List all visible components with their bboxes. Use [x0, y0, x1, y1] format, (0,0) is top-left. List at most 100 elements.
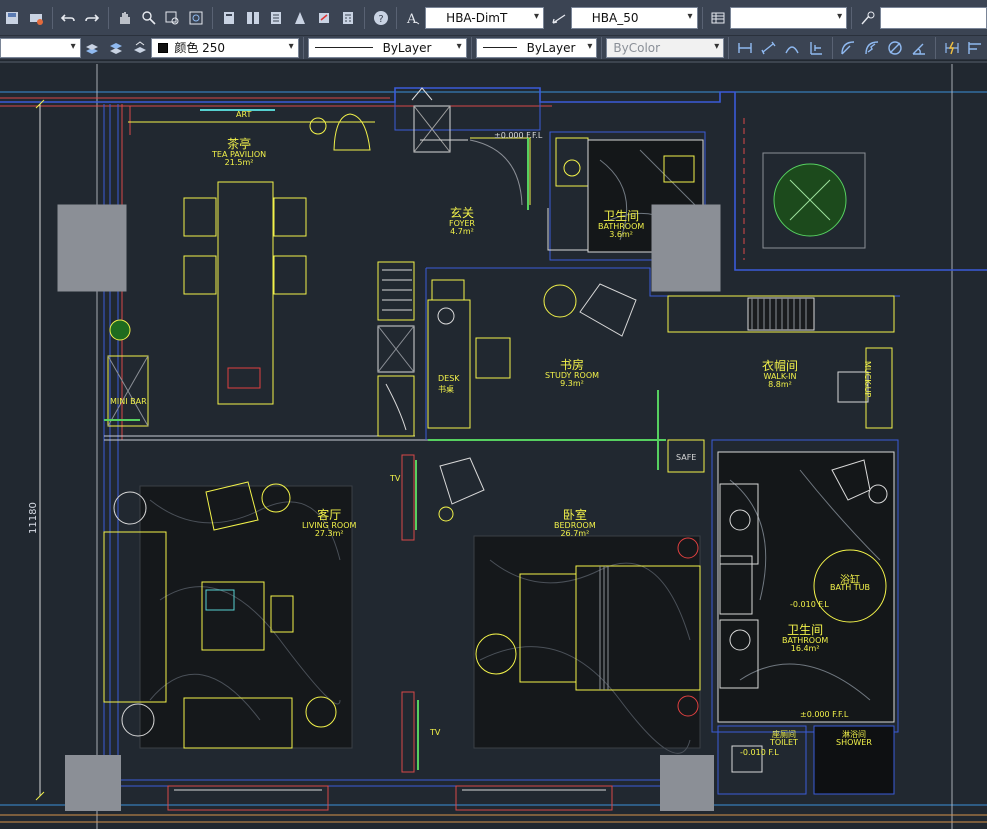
pan-hand-icon[interactable] — [114, 7, 136, 29]
extra-select[interactable] — [879, 6, 987, 29]
lineweight-sample — [482, 47, 517, 48]
room-name-en: SHOWER — [836, 738, 872, 748]
baseline-dimension-icon[interactable] — [964, 37, 986, 59]
room-label-living: 客厅 LIVING ROOM 27.3m² — [302, 509, 356, 538]
arc-length-icon[interactable] — [781, 37, 803, 59]
quick-dimension-icon[interactable] — [941, 37, 963, 59]
dimstyle-select[interactable]: HBA-DimT ▾ — [425, 6, 545, 29]
jogged-dimension-icon[interactable] — [861, 37, 883, 59]
dimension-text: 11180 — [28, 502, 39, 534]
layer-properties-icon[interactable] — [82, 37, 104, 59]
dimstyle-value: HBA-DimT — [446, 10, 508, 25]
ordinate-dimension-icon[interactable] — [805, 37, 827, 59]
zoom-previous-icon[interactable] — [185, 7, 207, 29]
undo-icon[interactable] — [58, 7, 80, 29]
room-name-cn: 客厅 — [317, 508, 342, 522]
room-name-cn: 茶亭 — [227, 137, 252, 151]
properties-toolbar: ▾ 颜色 250 ▾ ByLayer ▾ ByLayer ▾ ByColor ▾ — [0, 36, 987, 60]
toolbar-separator — [212, 6, 214, 29]
lineweight-value: ByLayer — [526, 40, 576, 55]
toolbar-separator — [728, 36, 730, 59]
linetype-select[interactable]: ByLayer ▾ — [307, 37, 467, 58]
lineweight-select[interactable]: ByLayer ▾ — [475, 37, 598, 58]
chevron-down-icon: ▾ — [714, 40, 720, 52]
room-label-walk-in: 衣帽间 WALK-IN 8.8m² — [762, 360, 798, 389]
multileader-icon[interactable] — [857, 7, 879, 29]
sheet-set-icon[interactable] — [289, 7, 311, 29]
tv-label-bottom: TV — [430, 728, 441, 737]
zoom-window-icon[interactable] — [162, 7, 184, 29]
mini-bar-label: MINI BAR — [110, 397, 147, 406]
help-icon[interactable]: ? — [370, 7, 392, 29]
room-name-en: TOILET — [770, 738, 798, 748]
plotstyle-select[interactable]: ByColor ▾ — [606, 37, 725, 58]
linetype-value: ByLayer — [382, 40, 432, 55]
design-center-icon[interactable] — [242, 7, 264, 29]
chevron-down-icon: ▾ — [837, 10, 843, 22]
room-area: 4.7m² — [450, 226, 474, 236]
table-style-icon[interactable] — [708, 7, 730, 29]
save-as-icon[interactable] — [1, 7, 23, 29]
room-area: 8.8m² — [768, 379, 792, 389]
tablestyle-value: HBA_50 — [591, 10, 639, 25]
linetype-sample — [314, 47, 373, 48]
redo-icon[interactable] — [81, 7, 103, 29]
level-label-1: -0.010 F.L — [790, 600, 829, 609]
diameter-dimension-icon[interactable] — [885, 37, 907, 59]
room-label-study: 书房 STUDY ROOM 9.3m² — [545, 359, 599, 388]
zoom-realtime-icon[interactable] — [138, 7, 160, 29]
linear-dimension-icon[interactable] — [734, 37, 756, 59]
layer-state-icon[interactable] — [105, 37, 127, 59]
color-select[interactable]: 颜色 250 ▾ — [151, 37, 299, 58]
room-area: 3.6m² — [609, 229, 634, 239]
room-area: 16.4m² — [790, 643, 820, 653]
svg-text:A: A — [406, 12, 417, 26]
color-swatch — [158, 42, 169, 53]
properties-icon[interactable] — [218, 7, 240, 29]
plot-icon[interactable] — [25, 7, 47, 29]
calculator-icon[interactable] — [337, 7, 359, 29]
room-label-foyer: 玄关 FOYER 4.7m² — [449, 207, 475, 236]
muck-up-label: MUCK-UP — [863, 361, 872, 398]
tool-palettes-icon[interactable] — [266, 7, 288, 29]
svg-text:?: ? — [378, 14, 383, 25]
drawing-canvas[interactable]: 11180 茶亭 TEA PAVILION 21.5m² 玄关 FOYER 4.… — [0, 61, 987, 829]
markup-icon[interactable] — [313, 7, 335, 29]
room-label-bathroom-2: 卫生间 BATHROOM 16.4m² — [782, 624, 828, 653]
room-label-bedroom: 卧室 BEDROOM 26.7m² — [554, 509, 596, 538]
room-area: 9.3m² — [560, 378, 584, 388]
tv-label-top: TV — [390, 474, 401, 483]
room-area: 21.5m² — [224, 157, 254, 167]
level-ffl-label: ±0.000 F.F.L — [494, 131, 543, 140]
room-name-cn: 玄关 — [449, 206, 474, 220]
room-name-cn: 书房 — [560, 358, 585, 372]
toolbar-separator — [396, 6, 398, 29]
text-style-icon[interactable]: A — [402, 7, 424, 29]
toolbar-separator — [302, 36, 304, 59]
art-label: ART — [236, 110, 252, 119]
room-name-cn: 衣帽间 — [762, 359, 799, 373]
tablestyle-select[interactable]: HBA_50 ▾ — [570, 6, 698, 29]
standard-toolbar: ? A HBA-DimT ▾ HBA_50 ▾ ▾ — [0, 0, 987, 36]
bath-tub-en-label: BATH TUB — [830, 583, 871, 592]
level-label-3: -0.010 F.L — [740, 748, 779, 757]
room-label-shower: 淋浴间 SHOWER — [836, 730, 872, 748]
chevron-down-icon: ▾ — [70, 40, 76, 52]
toolbar-separator — [701, 6, 703, 29]
safe-label: SAFE — [676, 453, 697, 462]
room-label-toilet: 座厕间 TOILET — [770, 730, 798, 748]
dimstyle-icon[interactable] — [548, 7, 570, 29]
multileader-select[interactable]: ▾ — [730, 6, 848, 29]
plotstyle-value: ByColor — [613, 40, 661, 55]
chevron-down-icon: ▾ — [533, 10, 540, 22]
chevron-down-icon: ▾ — [587, 40, 593, 52]
layer-previous-icon[interactable] — [129, 37, 151, 59]
layer-select[interactable]: ▾ — [0, 37, 81, 58]
angular-dimension-icon[interactable] — [908, 37, 930, 59]
aligned-dimension-icon[interactable] — [758, 37, 780, 59]
toolbar-separator — [601, 36, 603, 59]
desk-label-cn: 书桌 — [438, 385, 454, 394]
room-label-tea-pavilion: 茶亭 TEA PAVILION 21.5m² — [212, 138, 266, 167]
radius-dimension-icon[interactable] — [838, 37, 860, 59]
desk-label-en: DESK — [438, 374, 460, 383]
